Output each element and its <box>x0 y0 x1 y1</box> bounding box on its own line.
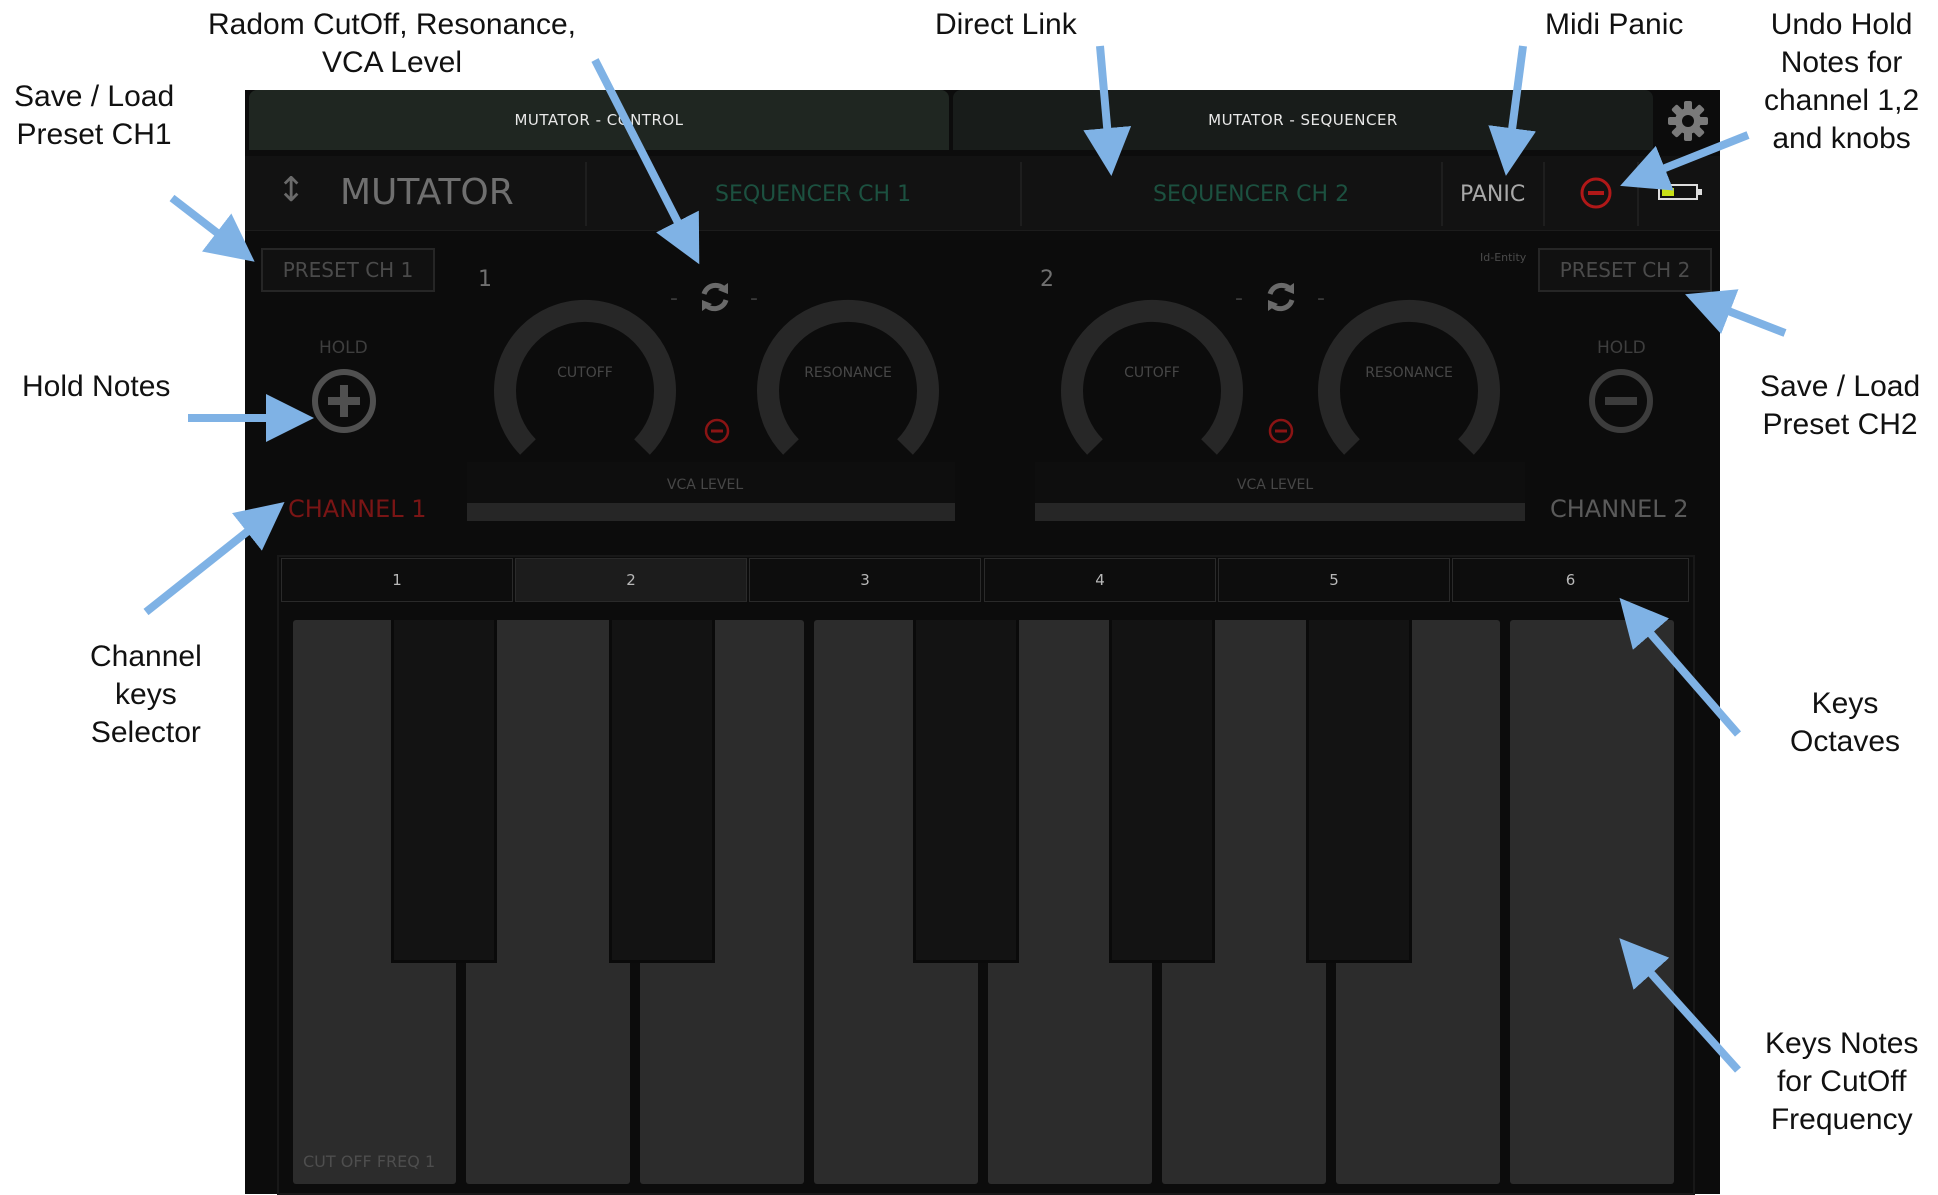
annotation-arrows <box>143 45 1787 1073</box>
arrow-channel-selector <box>143 502 285 616</box>
arrow-direct-link <box>1083 45 1132 176</box>
arrow-keys-octaves <box>1619 597 1742 737</box>
arrow-undo-hold <box>1620 131 1750 191</box>
arrow-save-load-ch1 <box>169 194 255 262</box>
arrow-keys-notes <box>1619 938 1741 1073</box>
arrow-random <box>591 58 700 265</box>
arrow-save-load-ch2 <box>1685 289 1787 337</box>
arrow-midi-panic <box>1488 45 1536 176</box>
